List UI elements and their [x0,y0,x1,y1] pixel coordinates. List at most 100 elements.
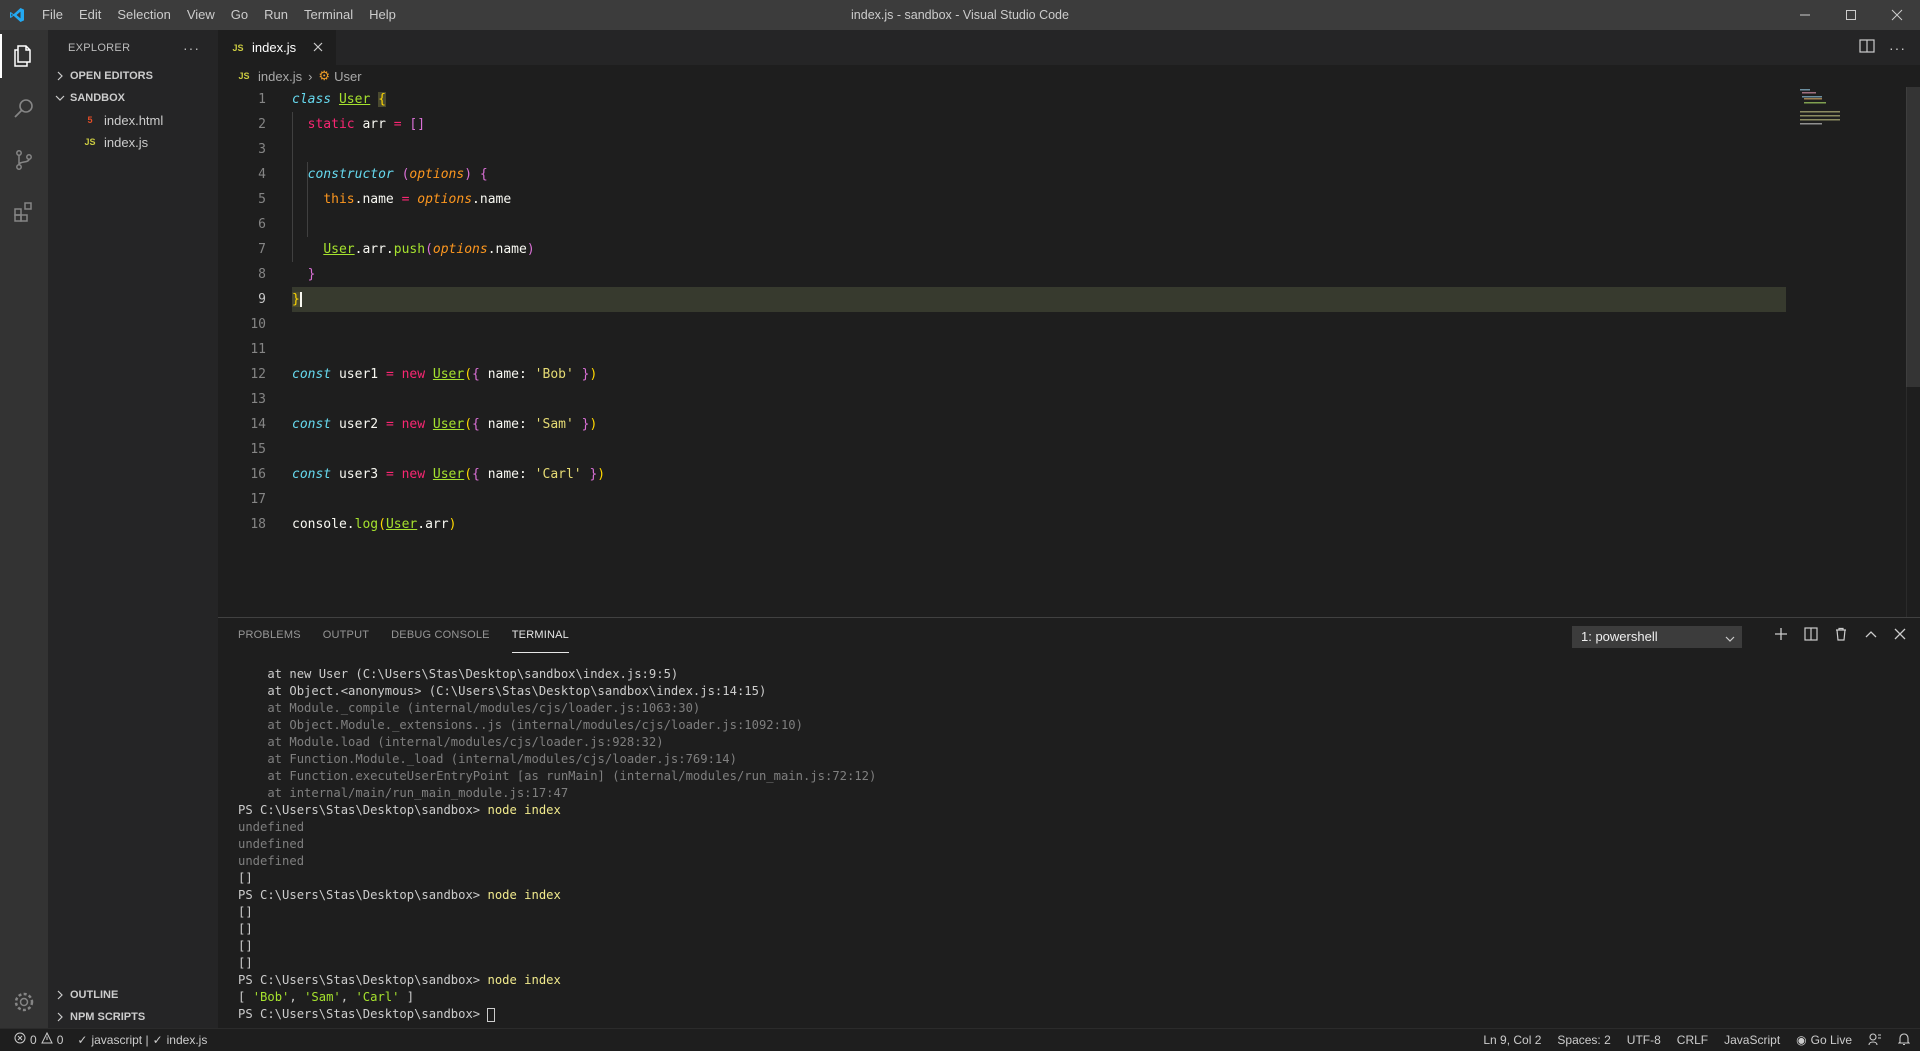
end-of-line[interactable]: CRLF [1677,1033,1708,1047]
open-editors-label: OPEN EDITORS [70,70,153,82]
tab-output[interactable]: OUTPUT [323,618,369,653]
menu-help[interactable]: Help [361,0,404,30]
line-number: 1 [258,92,266,107]
sandbox-folder-section[interactable]: SANDBOX [48,87,218,109]
status-bar: 0 0 ✓ javascript | ✓ index.js Ln 9, Col … [0,1028,1920,1050]
maximize-panel-icon[interactable] [1864,627,1878,644]
minimap[interactable] [1798,87,1878,147]
line-number: 15 [250,442,266,457]
line-number: 4 [258,167,266,182]
close-tab-icon[interactable] [310,39,326,55]
language-mode[interactable]: JavaScript [1724,1033,1780,1047]
terminal-line: at Function.Module._load (internal/modul… [238,752,737,766]
maximize-button[interactable] [1828,0,1874,30]
problems-status[interactable]: 0 0 [14,1031,63,1047]
new-terminal-icon[interactable] [1774,627,1788,644]
js-file-icon: JS [84,137,96,147]
activity-bar [0,30,48,1028]
minimize-button[interactable] [1782,0,1828,30]
code-line: 7 User.arr.push(options.name) [218,237,1786,262]
breadcrumb-symbol[interactable]: User [334,69,361,84]
code-line: 14 const user2 = new User({ name: 'Sam' … [218,412,1786,437]
file-item-index-html[interactable]: 5 index.html [48,109,218,131]
tab-terminal[interactable]: TERMINAL [511,618,569,653]
code-line: 15 [218,437,1786,462]
line-number: 11 [250,342,266,357]
check-icon: ✓ [77,1032,88,1047]
close-icon [1891,9,1903,21]
terminal-line: at new User (C:\Users\Stas\Desktop\sandb… [238,667,679,681]
line-number: 12 [250,367,266,382]
gear-icon [14,992,34,1012]
menu-view[interactable]: View [179,0,223,30]
npm-scripts-section[interactable]: NPM SCRIPTS [48,1006,218,1028]
breadcrumb-file[interactable]: index.js [258,69,302,84]
eslint-status[interactable]: ✓ javascript | ✓ index.js [77,1033,207,1047]
menu-run[interactable]: Run [256,0,296,30]
error-count: 0 [30,1032,37,1047]
file-item-index-js[interactable]: JS index.js [48,131,218,153]
tab-debug-console[interactable]: DEBUG CONSOLE [391,618,490,653]
tab-index-js[interactable]: JS index.js [218,30,336,65]
open-editors-section[interactable]: OPEN EDITORS [48,65,218,87]
close-window-button[interactable] [1874,0,1920,30]
terminal-output[interactable]: at new User (C:\Users\Stas\Desktop\sandb… [238,666,876,1023]
chevron-right-icon [52,1012,68,1022]
title-bar: File Edit Selection View Go Run Terminal… [0,0,1920,30]
notifications-button[interactable] [1897,1032,1911,1049]
search-activity-button[interactable] [0,82,48,134]
close-panel-icon[interactable] [1894,628,1906,643]
chevron-right-icon: › [308,68,313,84]
menu-file[interactable]: File [34,0,71,30]
scrollbar-thumb[interactable] [1906,87,1920,387]
trash-icon[interactable] [1834,627,1848,644]
cursor-position[interactable]: Ln 9, Col 2 [1483,1033,1541,1047]
menu-selection[interactable]: Selection [109,0,178,30]
outline-label: OUTLINE [70,989,119,1001]
code-line: 12 const user1 = new User({ name: 'Bob' … [218,362,1786,387]
split-editor-icon[interactable] [1859,39,1875,56]
feedback-button[interactable] [1868,1032,1882,1049]
code-editor[interactable]: 1 class User { 2 static arr = [] 3 4 con… [218,87,1920,617]
outline-section[interactable]: OUTLINE [48,984,218,1006]
terminal-select[interactable]: 1: powershell [1572,626,1742,648]
line-number: 10 [250,317,266,332]
more-actions-icon[interactable]: ··· [1889,40,1906,56]
terminal-line: [] [238,905,253,919]
bell-icon [1897,1032,1911,1049]
manage-activity-button[interactable] [0,976,48,1028]
npm-scripts-label: NPM SCRIPTS [70,1011,146,1023]
encoding[interactable]: UTF-8 [1627,1033,1661,1047]
terminal-result-line: [ 'Bob', 'Sam', 'Carl' ] [238,990,415,1004]
editor-scrollbar[interactable] [1906,87,1920,617]
menu-terminal[interactable]: Terminal [296,0,361,30]
indentation[interactable]: Spaces: 2 [1557,1033,1610,1047]
code-line: 18 console.log(User.arr) [218,512,1786,537]
menu-edit[interactable]: Edit [71,0,109,30]
error-icon [14,1032,26,1047]
lint-file: index.js [166,1032,208,1047]
code-line: 16 const user3 = new User({ name: 'Carl'… [218,462,1786,487]
terminal-prompt-line: PS C:\Users\Stas\Desktop\sandbox> node i… [238,888,561,902]
editor-tab-bar: JS index.js ··· [218,30,1920,65]
go-live-button[interactable]: ◉ Go Live [1796,1033,1852,1047]
line-number: 9 [258,292,266,307]
tab-problems[interactable]: PROBLEMS [238,618,301,653]
chevron-down-icon [1725,630,1735,650]
source-control-icon [16,150,32,170]
explorer-activity-button[interactable] [0,30,48,82]
menu-go[interactable]: Go [223,0,256,30]
files-icon [14,45,31,67]
more-actions-icon[interactable]: ··· [183,40,200,56]
js-file-icon: JS [238,71,250,81]
split-terminal-icon[interactable] [1804,627,1818,644]
file-name: index.js [104,134,149,150]
terminal-line: at Module._compile (internal/modules/cjs… [238,701,701,715]
terminal-line: at Function.executeUserEntryPoint [as ru… [238,769,877,783]
source-control-activity-button[interactable] [0,134,48,186]
line-number: 16 [250,467,266,482]
extensions-activity-button[interactable] [0,186,48,238]
bottom-panel: PROBLEMS OUTPUT DEBUG CONSOLE TERMINAL 1… [218,617,1920,1028]
chevron-down-icon [52,93,68,103]
sandbox-folder-label: SANDBOX [70,92,126,104]
